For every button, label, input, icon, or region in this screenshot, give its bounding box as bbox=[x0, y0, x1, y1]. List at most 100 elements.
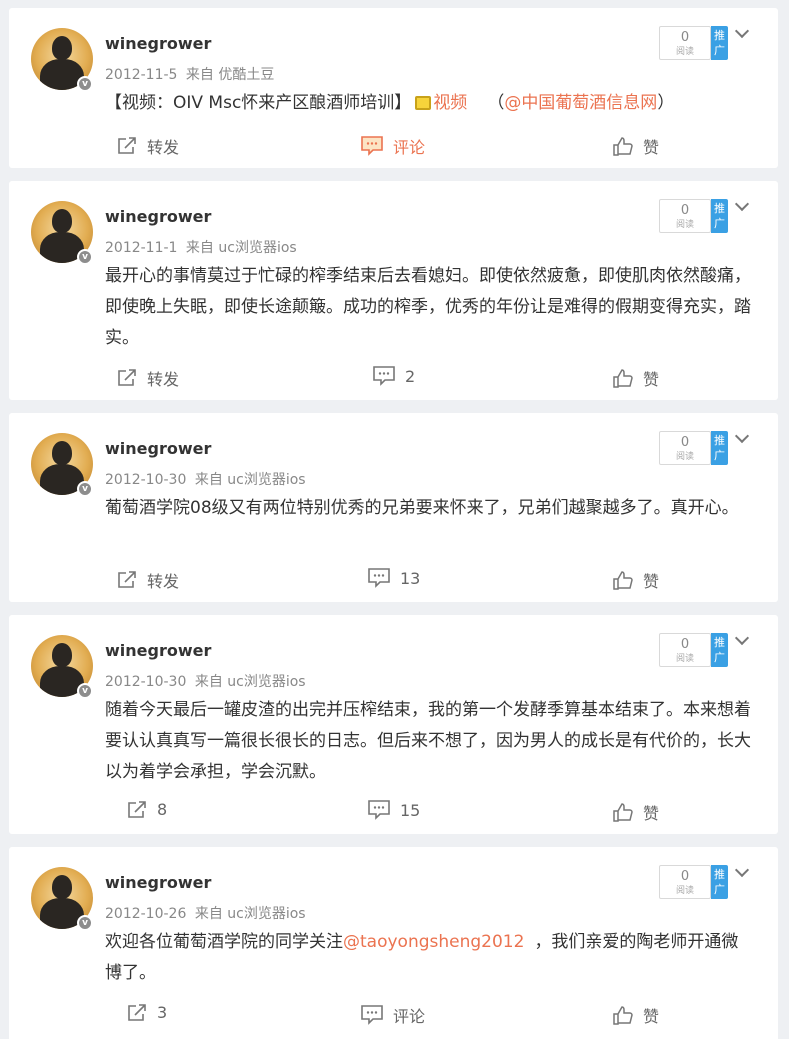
post-content: 欢迎各位葡萄酒学院的同学关注@taoyongsheng2012 ，我们亲爱的陶老师… bbox=[105, 927, 755, 989]
chevron-down-icon[interactable] bbox=[734, 428, 750, 444]
read-count-box: 0 阅读 bbox=[659, 199, 711, 233]
comment-count: 15 bbox=[400, 800, 421, 820]
post-card: v winegrower 2012-10-26 来自 uc浏览器ios 欢迎各位… bbox=[9, 847, 778, 1039]
mention-link[interactable]: @中国葡萄酒信息网 bbox=[504, 93, 657, 113]
post-content: 最开心的事情莫过于忙碌的榨季结束后去看媳妇。即使依然疲惫，即使肌肉依然酸痛，即使… bbox=[105, 266, 751, 348]
source-prefix: 来自 bbox=[194, 906, 223, 922]
username[interactable]: winegrower bbox=[105, 873, 211, 892]
comment-count: 2 bbox=[405, 366, 416, 386]
forward-label: 转发 bbox=[147, 370, 180, 389]
post-date[interactable]: 2012-11-5 bbox=[105, 67, 177, 83]
read-count-box: 0 阅读 bbox=[659, 633, 711, 667]
comment-button[interactable]: 评论 bbox=[361, 1003, 425, 1027]
post-date[interactable]: 2012-10-30 bbox=[105, 674, 186, 690]
post-source: uc浏览器ios bbox=[227, 674, 306, 690]
share-icon bbox=[118, 137, 136, 154]
read-count: 0 bbox=[680, 869, 690, 884]
paren-close: ） bbox=[657, 93, 675, 113]
post-card: v winegrower 2012-10-30 来自 uc浏览器ios 随着今天… bbox=[9, 615, 778, 834]
comment-label: 评论 bbox=[393, 138, 426, 157]
source-prefix: 来自 bbox=[194, 472, 223, 488]
like-icon bbox=[613, 136, 633, 156]
like-button[interactable]: 赞 bbox=[613, 366, 659, 390]
comment-icon bbox=[373, 366, 395, 386]
read-count: 0 bbox=[680, 435, 690, 450]
source-prefix: 来自 bbox=[194, 674, 223, 690]
comment-button[interactable]: 评论 bbox=[361, 134, 425, 158]
comment-button[interactable]: 15 bbox=[368, 800, 420, 820]
chevron-down-icon[interactable] bbox=[734, 23, 750, 39]
promote-button[interactable]: 推广 bbox=[711, 633, 728, 667]
read-label: 阅读 bbox=[675, 886, 694, 896]
username[interactable]: winegrower bbox=[105, 207, 211, 226]
like-label: 赞 bbox=[643, 572, 660, 591]
read-count-box: 0 阅读 bbox=[659, 431, 711, 465]
verified-badge-icon: v bbox=[77, 683, 93, 699]
chevron-down-icon[interactable] bbox=[734, 630, 750, 646]
content-text: 【视频：OIV Msc怀来产区酿酒师培训】 bbox=[105, 93, 412, 113]
post-date[interactable]: 2012-10-26 bbox=[105, 906, 186, 922]
video-link[interactable]: 视频 bbox=[433, 93, 467, 113]
post-meta: 2012-10-30 来自 uc浏览器ios bbox=[105, 469, 306, 489]
verified-badge-icon: v bbox=[77, 76, 93, 92]
forward-button[interactable]: 3 bbox=[127, 1003, 167, 1022]
read-label: 阅读 bbox=[675, 47, 694, 57]
like-label: 赞 bbox=[643, 138, 660, 157]
read-count-box: 0 阅读 bbox=[659, 26, 711, 60]
share-icon bbox=[118, 571, 136, 588]
post-content: 葡萄酒学院08级又有两位特别优秀的兄弟要来怀来了，兄弟们越聚越多了。真开心。 bbox=[105, 498, 739, 518]
promote-button[interactable]: 推广 bbox=[711, 431, 728, 465]
comment-count: 13 bbox=[400, 568, 421, 588]
like-icon bbox=[613, 570, 633, 590]
forward-button[interactable]: 8 bbox=[127, 800, 167, 819]
like-icon bbox=[613, 802, 633, 822]
share-icon bbox=[128, 1003, 146, 1021]
promote-button[interactable]: 推广 bbox=[711, 865, 728, 899]
like-button[interactable]: 赞 bbox=[613, 800, 659, 824]
post-source: uc浏览器ios bbox=[218, 240, 297, 256]
post-content: 【视频：OIV Msc怀来产区酿酒师培训】 视频 （@中国葡萄酒信息网） bbox=[105, 88, 755, 119]
forward-count: 8 bbox=[157, 800, 168, 819]
like-button[interactable]: 赞 bbox=[613, 134, 659, 158]
comment-label: 评论 bbox=[393, 1007, 426, 1026]
username[interactable]: winegrower bbox=[105, 641, 211, 660]
like-button[interactable]: 赞 bbox=[613, 1003, 659, 1027]
chevron-down-icon[interactable] bbox=[734, 196, 750, 212]
forward-button[interactable]: 转发 bbox=[117, 568, 179, 592]
mention-link[interactable]: @taoyongsheng2012 bbox=[343, 932, 524, 952]
promote-button[interactable]: 推广 bbox=[711, 26, 728, 60]
video-icon bbox=[415, 96, 432, 110]
comment-icon bbox=[361, 1005, 383, 1025]
post-card: v winegrower 2012-10-30 来自 uc浏览器ios 葡萄酒学… bbox=[9, 413, 778, 602]
post-meta: 2012-10-30 来自 uc浏览器ios bbox=[105, 671, 306, 691]
comment-icon bbox=[368, 568, 390, 588]
post-date[interactable]: 2012-10-30 bbox=[105, 472, 186, 488]
forward-label: 转发 bbox=[147, 572, 180, 591]
like-icon bbox=[613, 1005, 633, 1025]
comment-button[interactable]: 2 bbox=[373, 366, 415, 386]
comment-icon bbox=[361, 136, 383, 156]
chevron-down-icon[interactable] bbox=[734, 862, 750, 878]
read-label: 阅读 bbox=[675, 220, 694, 230]
username[interactable]: winegrower bbox=[105, 34, 211, 53]
post-meta: 2012-10-26 来自 uc浏览器ios bbox=[105, 903, 306, 923]
like-label: 赞 bbox=[643, 804, 660, 823]
post-date[interactable]: 2012-11-1 bbox=[105, 240, 177, 256]
share-icon bbox=[118, 369, 136, 386]
read-count: 0 bbox=[680, 203, 690, 218]
username[interactable]: winegrower bbox=[105, 439, 211, 458]
promote-button[interactable]: 推广 bbox=[711, 199, 728, 233]
like-label: 赞 bbox=[643, 1007, 660, 1026]
like-button[interactable]: 赞 bbox=[613, 568, 659, 592]
forward-label: 转发 bbox=[147, 138, 180, 157]
content-text: 欢迎各位葡萄酒学院的同学关注 bbox=[105, 932, 343, 952]
post-meta: 2012-11-1 来自 uc浏览器ios bbox=[105, 237, 297, 257]
like-icon bbox=[613, 368, 633, 388]
read-count: 0 bbox=[680, 30, 690, 45]
forward-button[interactable]: 转发 bbox=[117, 366, 179, 390]
source-prefix: 来自 bbox=[185, 240, 214, 256]
read-label: 阅读 bbox=[675, 654, 694, 664]
forward-button[interactable]: 转发 bbox=[117, 134, 179, 158]
comment-button[interactable]: 13 bbox=[368, 568, 420, 588]
read-count: 0 bbox=[680, 637, 690, 652]
